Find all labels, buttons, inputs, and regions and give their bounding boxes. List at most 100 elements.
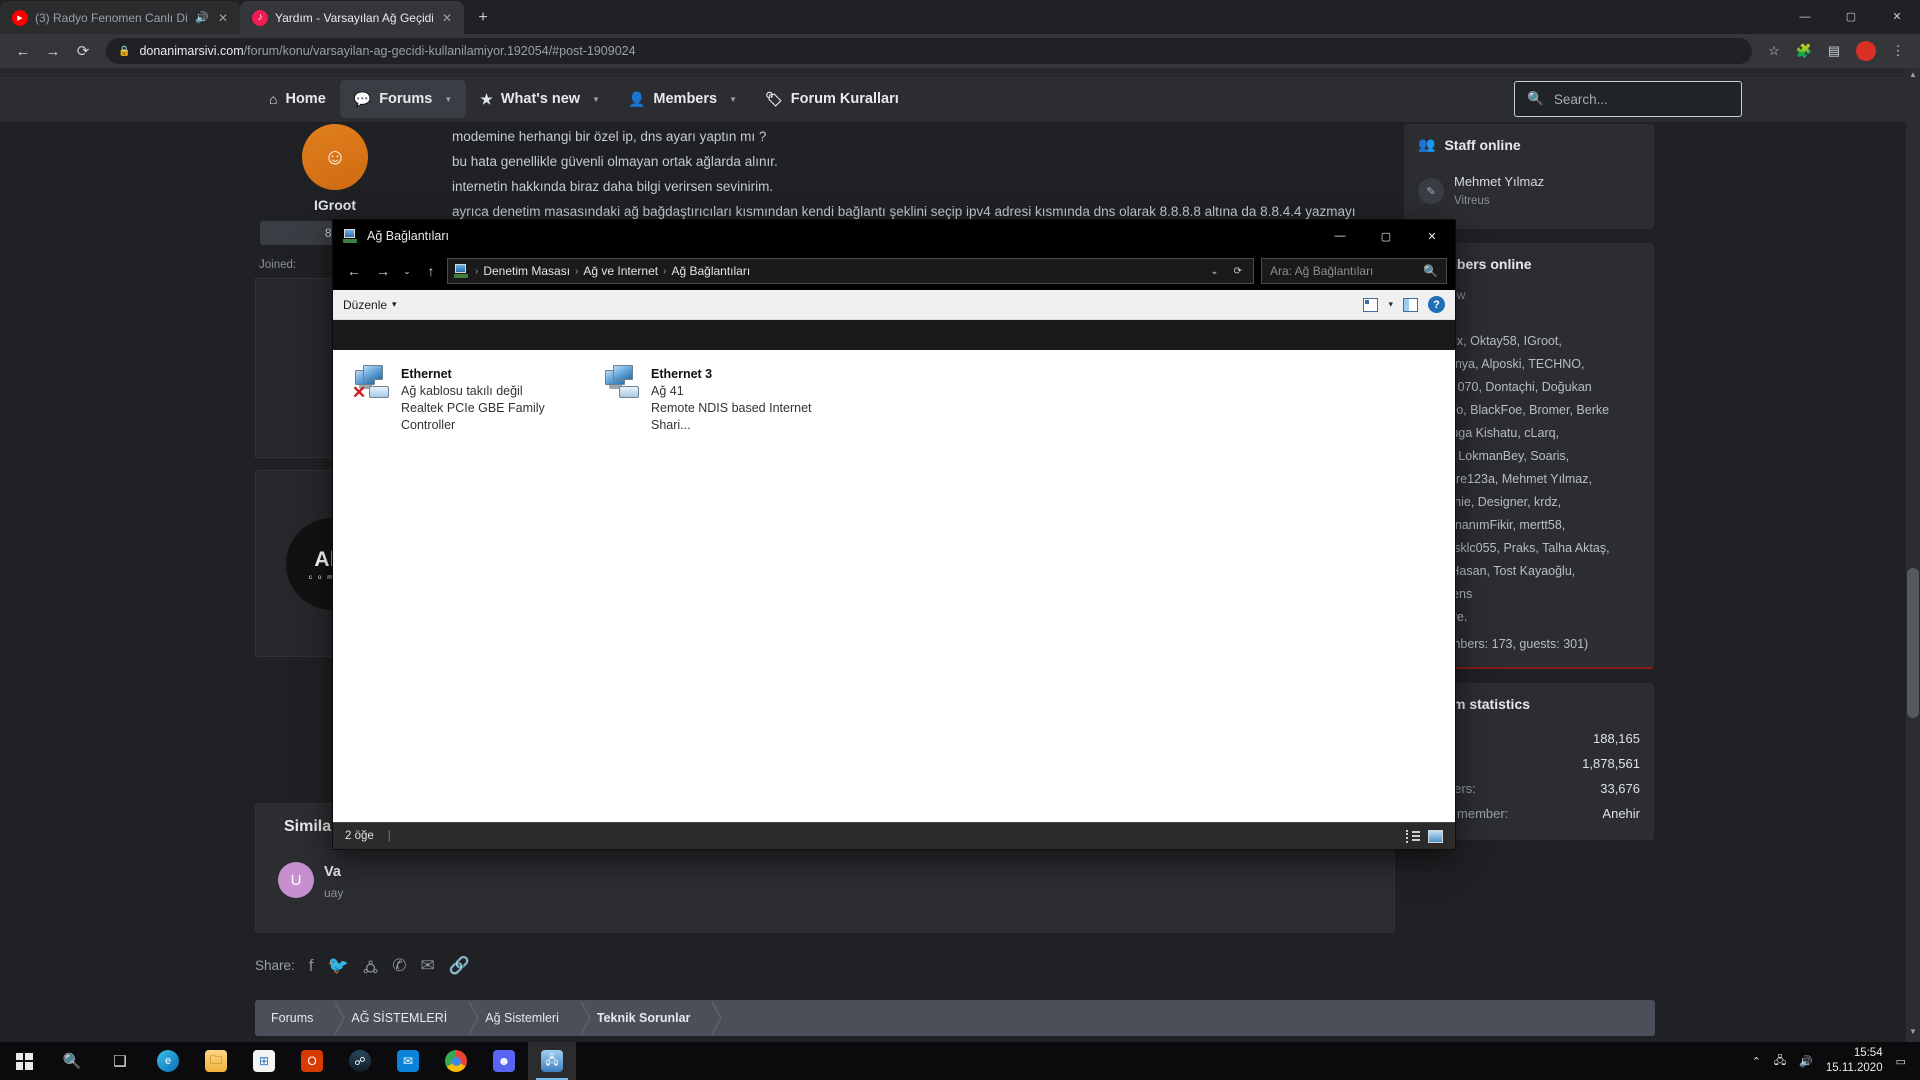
explorer-file-list[interactable]: ✕ Ethernet Ağ kablosu takılı değil Realt… bbox=[333, 350, 1455, 822]
forum-search-box[interactable]: 🔍 Search... bbox=[1514, 81, 1742, 117]
chevron-down-icon[interactable]: ⌄ bbox=[1205, 266, 1223, 277]
address-bar[interactable]: 🔒 donanimarsivi.com/forum/konu/varsayila… bbox=[106, 38, 1752, 64]
forward-icon[interactable]: → bbox=[370, 258, 396, 284]
refresh-icon[interactable]: ⟳ bbox=[1229, 266, 1247, 277]
tray-volume-icon[interactable]: 🔊 bbox=[1799, 1055, 1813, 1068]
tab-mute-icon[interactable]: 🔊 bbox=[195, 11, 209, 24]
back-icon[interactable]: ← bbox=[8, 37, 38, 65]
similar-thread-title[interactable]: Va bbox=[324, 864, 341, 880]
chevron-down-icon[interactable]: ▾ bbox=[392, 299, 397, 310]
breadcrumb-item-ag-sistemleri-cat[interactable]: AĞ SİSTEMLERİ bbox=[335, 1000, 480, 1036]
help-icon[interactable]: ? bbox=[1428, 296, 1445, 313]
explorer-title-bar[interactable]: Ağ Bağlantıları — ▢ ✕ bbox=[333, 220, 1455, 252]
browser-tab-2[interactable]: Yardım - Varsayılan Ağ Geçidi Kul ✕ bbox=[240, 1, 465, 34]
details-view-icon[interactable] bbox=[1406, 829, 1420, 843]
screen: (3) Radyo Fenomen Canlı Din 🔊 ✕ Yardım -… bbox=[0, 0, 1920, 1080]
discord-icon[interactable]: ☻ bbox=[480, 1042, 528, 1080]
tab-close-icon[interactable]: ✕ bbox=[440, 11, 454, 25]
task-view-icon[interactable]: ❑ bbox=[96, 1042, 144, 1080]
facebook-icon[interactable]: f bbox=[309, 956, 314, 976]
extensions-icon[interactable]: 🧩 bbox=[1790, 37, 1818, 65]
chrome-icon[interactable] bbox=[432, 1042, 480, 1080]
email-icon[interactable]: ✉ bbox=[421, 956, 435, 976]
media-icon[interactable]: ▤ bbox=[1820, 37, 1848, 65]
preview-pane-icon[interactable] bbox=[1403, 297, 1418, 312]
recent-locations-icon[interactable]: ⌄ bbox=[399, 258, 415, 284]
person-icon: 👤 bbox=[627, 90, 646, 107]
up-icon[interactable]: ↑ bbox=[418, 258, 444, 284]
network-connections-window[interactable]: Ağ Bağlantıları — ▢ ✕ ← → ⌄ ↑ › Denetim … bbox=[333, 220, 1455, 849]
chevron-down-icon[interactable]: ▾ bbox=[1388, 299, 1393, 310]
share-label: Share: bbox=[255, 958, 295, 973]
profile-avatar[interactable] bbox=[1856, 41, 1876, 61]
explorer-address-bar[interactable]: › Denetim Masası › Ağ ve Internet › Ağ B… bbox=[447, 258, 1254, 284]
tab-close-icon[interactable]: ✕ bbox=[216, 11, 230, 25]
avatar[interactable]: U bbox=[278, 862, 314, 898]
list-item[interactable]: Ethernet 3 Ağ 41 Remote NDIS based Inter… bbox=[599, 360, 849, 438]
close-button[interactable]: ✕ bbox=[1409, 220, 1455, 252]
scroll-down-icon[interactable]: ▼ bbox=[1907, 1027, 1919, 1041]
bookmark-icon[interactable]: ☆ bbox=[1760, 37, 1788, 65]
minimize-button[interactable]: — bbox=[1317, 220, 1363, 252]
breadcrumb-item-teknik-sorunlar[interactable]: Teknik Sorunlar bbox=[581, 1000, 722, 1036]
scrollbar-thumb[interactable] bbox=[1907, 568, 1919, 718]
chevron-down-icon[interactable]: ▼ bbox=[444, 95, 452, 104]
tray-network-icon[interactable]: 🖧 bbox=[1774, 1052, 1786, 1071]
stat-value[interactable]: Anehir bbox=[1602, 806, 1640, 821]
minimize-button[interactable]: — bbox=[1782, 0, 1828, 33]
twitter-icon[interactable]: 🐦 bbox=[328, 956, 349, 976]
chevron-right-icon: › bbox=[575, 265, 579, 277]
clock-date: 15.11.2020 bbox=[1825, 1062, 1883, 1074]
nav-item-forums[interactable]: 💬 Forums ▼ bbox=[339, 80, 467, 118]
maximize-button[interactable]: ▢ bbox=[1828, 0, 1874, 33]
avatar[interactable]: ☺ bbox=[302, 124, 368, 190]
close-button[interactable]: ✕ bbox=[1874, 0, 1920, 33]
breadcrumb-item-network-connections[interactable]: Ağ Bağlantıları bbox=[671, 264, 750, 278]
breadcrumb-item-ag-sistemleri[interactable]: Ağ Sistemleri bbox=[469, 1000, 591, 1036]
tray-chevron-up-icon[interactable]: ⌃ bbox=[1752, 1055, 1761, 1068]
reddit-icon[interactable]: 🜛 bbox=[363, 948, 379, 983]
explorer-search-box[interactable]: Ara: Ağ Bağlantıları 🔍 bbox=[1261, 258, 1447, 284]
microsoft-store-icon[interactable]: ⊞ bbox=[240, 1042, 288, 1080]
breadcrumb-item-forums[interactable]: Forums bbox=[255, 1000, 346, 1036]
forward-icon[interactable]: → bbox=[38, 37, 68, 65]
nav-item-whats-new[interactable]: ★ What's new ▼ bbox=[466, 76, 614, 122]
notification-icon[interactable]: ▭ bbox=[1896, 1055, 1906, 1068]
menu-icon[interactable]: ⋮ bbox=[1884, 37, 1912, 65]
staff-member-name[interactable]: Mehmet Yılmaz bbox=[1454, 174, 1544, 189]
nav-item-members[interactable]: 👤 Members ▼ bbox=[614, 76, 751, 122]
steam-icon[interactable]: ☍ bbox=[336, 1042, 384, 1080]
chevron-down-icon[interactable]: ▼ bbox=[592, 95, 600, 104]
share-row: Share: f 🐦 🜛 ✆ ✉ 🔗 bbox=[255, 948, 470, 983]
large-icons-view-icon[interactable] bbox=[1428, 829, 1443, 843]
page-scrollbar[interactable]: ▲ ▼ bbox=[1906, 68, 1920, 1043]
file-explorer-icon[interactable]: 🗀 bbox=[192, 1042, 240, 1080]
taskbar-clock[interactable]: 15:54 15.11.2020 bbox=[1826, 1046, 1883, 1076]
new-tab-button[interactable]: + bbox=[470, 5, 496, 31]
office-icon[interactable]: O bbox=[288, 1042, 336, 1080]
whatsapp-icon[interactable]: ✆ bbox=[392, 956, 406, 976]
list-item[interactable]: ✕ Ethernet Ağ kablosu takılı değil Realt… bbox=[349, 360, 599, 438]
network-connections-taskbar-icon[interactable]: 🖧 bbox=[528, 1042, 576, 1080]
breadcrumb-item-control-panel[interactable]: Denetim Masası bbox=[483, 264, 570, 278]
link-icon[interactable]: 🔗 bbox=[449, 956, 470, 976]
nav-item-forum-rules[interactable]: 🏷 Forum Kuralları bbox=[751, 76, 913, 122]
staff-member-title: Vitreus bbox=[1454, 195, 1490, 207]
windows-start-icon[interactable] bbox=[0, 1042, 48, 1080]
view-options-icon[interactable] bbox=[1363, 297, 1379, 312]
reload-icon[interactable]: ⟳ bbox=[68, 37, 98, 65]
post-author-name[interactable]: IGroot bbox=[255, 197, 415, 213]
back-icon[interactable]: ← bbox=[341, 258, 367, 284]
organize-menu-button[interactable]: Düzenle bbox=[343, 298, 387, 312]
search-icon[interactable]: 🔍 bbox=[1423, 264, 1438, 278]
nav-item-home[interactable]: ⌂ Home bbox=[255, 76, 340, 122]
mail-icon[interactable]: ✉ bbox=[384, 1042, 432, 1080]
search-icon[interactable]: 🔍 bbox=[48, 1042, 96, 1080]
breadcrumb-item-network-internet[interactable]: Ağ ve Internet bbox=[583, 264, 658, 278]
maximize-button[interactable]: ▢ bbox=[1363, 220, 1409, 252]
list-item[interactable]: ✎ Mehmet Yılmaz Vitreus bbox=[1418, 167, 1640, 215]
edge-icon[interactable]: e bbox=[144, 1042, 192, 1080]
chevron-down-icon[interactable]: ▼ bbox=[729, 95, 737, 104]
scroll-up-icon[interactable]: ▲ bbox=[1907, 70, 1919, 84]
browser-tab-1[interactable]: (3) Radyo Fenomen Canlı Din 🔊 ✕ bbox=[0, 1, 240, 34]
